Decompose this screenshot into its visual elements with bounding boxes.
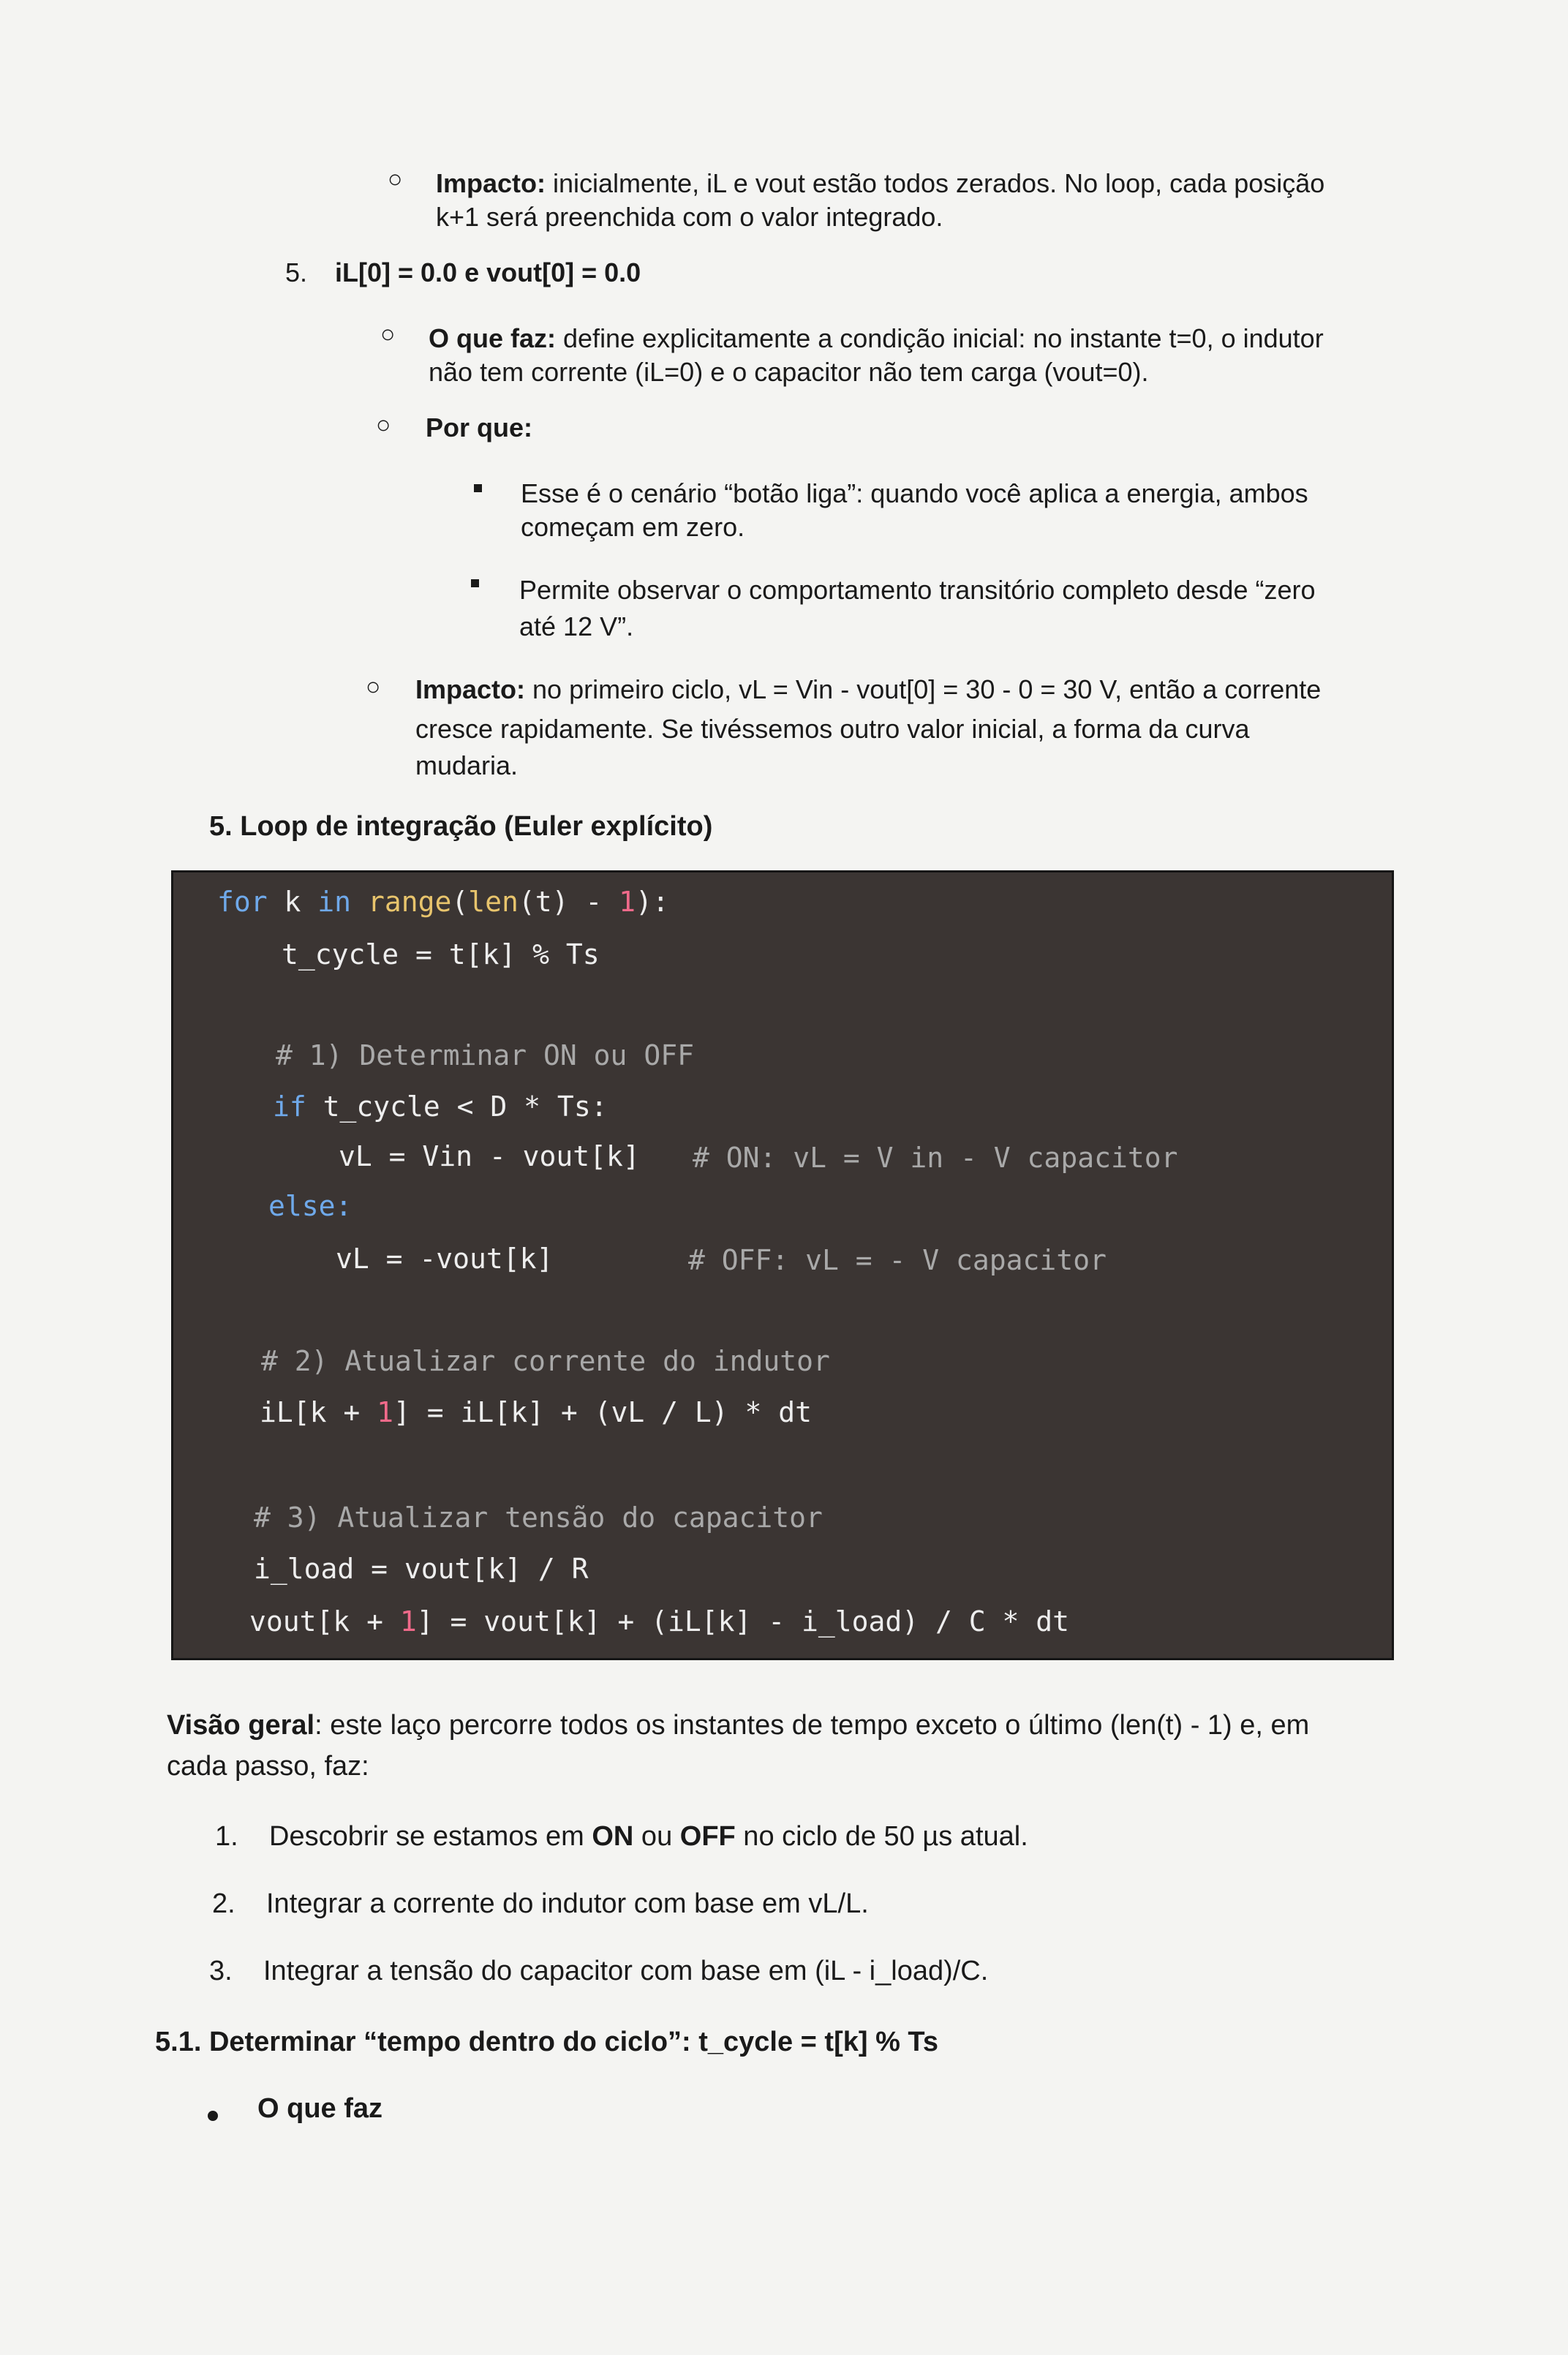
circle-bullet-icon: ○: [376, 411, 391, 439]
overview-label: Visão geral: [167, 1710, 315, 1741]
impacto-label: Impacto:: [436, 168, 546, 198]
step-number: 1.: [215, 1821, 238, 1852]
code-line-else: else:: [268, 1190, 353, 1222]
por-que-label: Por que:: [426, 412, 533, 442]
circle-bullet-icon: ○: [388, 165, 403, 193]
document-page: ○ Impacto: inicialmente, iL e vout estão…: [0, 0, 1568, 2355]
overview-paragraph: Visão geral: este laço percorre todos os…: [167, 1707, 1309, 1744]
code-line-vl-on: vL = Vin - vout[k]: [339, 1140, 640, 1172]
oque-faz-bullet: O que faz: [257, 2093, 383, 2124]
overview-text-line2: cada passo, faz:: [167, 1751, 369, 1782]
oque-faz-text: define explicitamente a condição inicial…: [556, 323, 1324, 353]
code-line-vl-off: vL = -vout[k]: [336, 1243, 554, 1275]
bullet2-line2: até 12 V”.: [519, 611, 634, 641]
code-line-if: if t_cycle < D * Ts:: [273, 1090, 608, 1123]
section5-heading: 5. Loop de integração (Euler explícito): [209, 811, 713, 842]
impacto2-label: Impacto:: [415, 674, 526, 704]
oque-faz-text-line2: não tem corrente (iL=0) e o capacitor nã…: [429, 357, 1149, 387]
impacto-text-line2: k+1 será preenchida com o valor integrad…: [436, 202, 943, 232]
circle-bullet-icon: ○: [366, 673, 381, 701]
code-block: for k in range(len(t) - 1): t_cycle = t[…: [171, 870, 1394, 1660]
oque-faz-label: O que faz:: [429, 323, 557, 353]
bullet1-line2: começam em zero.: [521, 512, 745, 542]
square-bullet-icon: [471, 579, 479, 587]
circle-bullet-icon: ○: [380, 320, 396, 348]
impacto2-text: no primeiro ciclo, vL = Vin - vout[0] = …: [525, 674, 1322, 704]
code-comment-off: # OFF: vL = - V capacitor: [688, 1244, 1107, 1276]
code-comment-1: # 1) Determinar ON ou OFF: [276, 1039, 694, 1071]
subsection-5-1-heading: 5.1. Determinar “tempo dentro do ciclo”:…: [155, 2027, 938, 2057]
code-comment-on: # ON: vL = V in - V capacitor: [693, 1142, 1178, 1174]
impacto2-text-line3: mudaria.: [415, 750, 519, 780]
overview-text: : este laço percorre todos os instantes …: [314, 1710, 1310, 1741]
oque-faz-paragraph: O que faz: define explicitamente a condi…: [429, 320, 1324, 357]
impacto-paragraph: Impacto: inicialmente, iL e vout estão t…: [436, 165, 1324, 202]
bullet2-line1: Permite observar o comportamento transit…: [519, 575, 1316, 605]
step-3: Integrar a tensão do capacitor com base …: [263, 1956, 989, 1986]
bullet1-line1: Esse é o cenário “botão liga”: quando vo…: [521, 478, 1308, 508]
step-1: Descobrir se estamos em ON ou OFF no cic…: [269, 1821, 1028, 1852]
impacto2-paragraph: Impacto: no primeiro ciclo, vL = Vin - v…: [415, 671, 1321, 708]
bullet-icon: [208, 2111, 218, 2121]
code-line-il: iL[k + 1] = iL[k] + (vL / L) * dt: [260, 1396, 812, 1428]
step-number: 3.: [209, 1956, 233, 1986]
step-2: Integrar a corrente do indutor com base …: [266, 1888, 869, 1919]
code-line-iload: i_load = vout[k] / R: [254, 1553, 589, 1585]
code-line-1: for k in range(len(t) - 1):: [217, 886, 669, 918]
square-bullet-icon: [474, 484, 482, 492]
step-number: 2.: [212, 1888, 235, 1919]
code-line-vout: vout[k + 1] = vout[k] + (iL[k] - i_load)…: [249, 1605, 1070, 1638]
impacto2-text-line2: cresce rapidamente. Se tivéssemos outro …: [415, 714, 1250, 744]
item5-number: 5.: [285, 257, 308, 287]
impacto-text: inicialmente, iL e vout estão todos zera…: [546, 168, 1325, 198]
code-line-2: t_cycle = t[k] % Ts: [282, 938, 600, 971]
item5-title: iL[0] = 0.0 e vout[0] = 0.0: [335, 257, 641, 287]
code-comment-2: # 2) Atualizar corrente do indutor: [261, 1345, 830, 1377]
code-comment-3: # 3) Atualizar tensão do capacitor: [254, 1501, 823, 1534]
